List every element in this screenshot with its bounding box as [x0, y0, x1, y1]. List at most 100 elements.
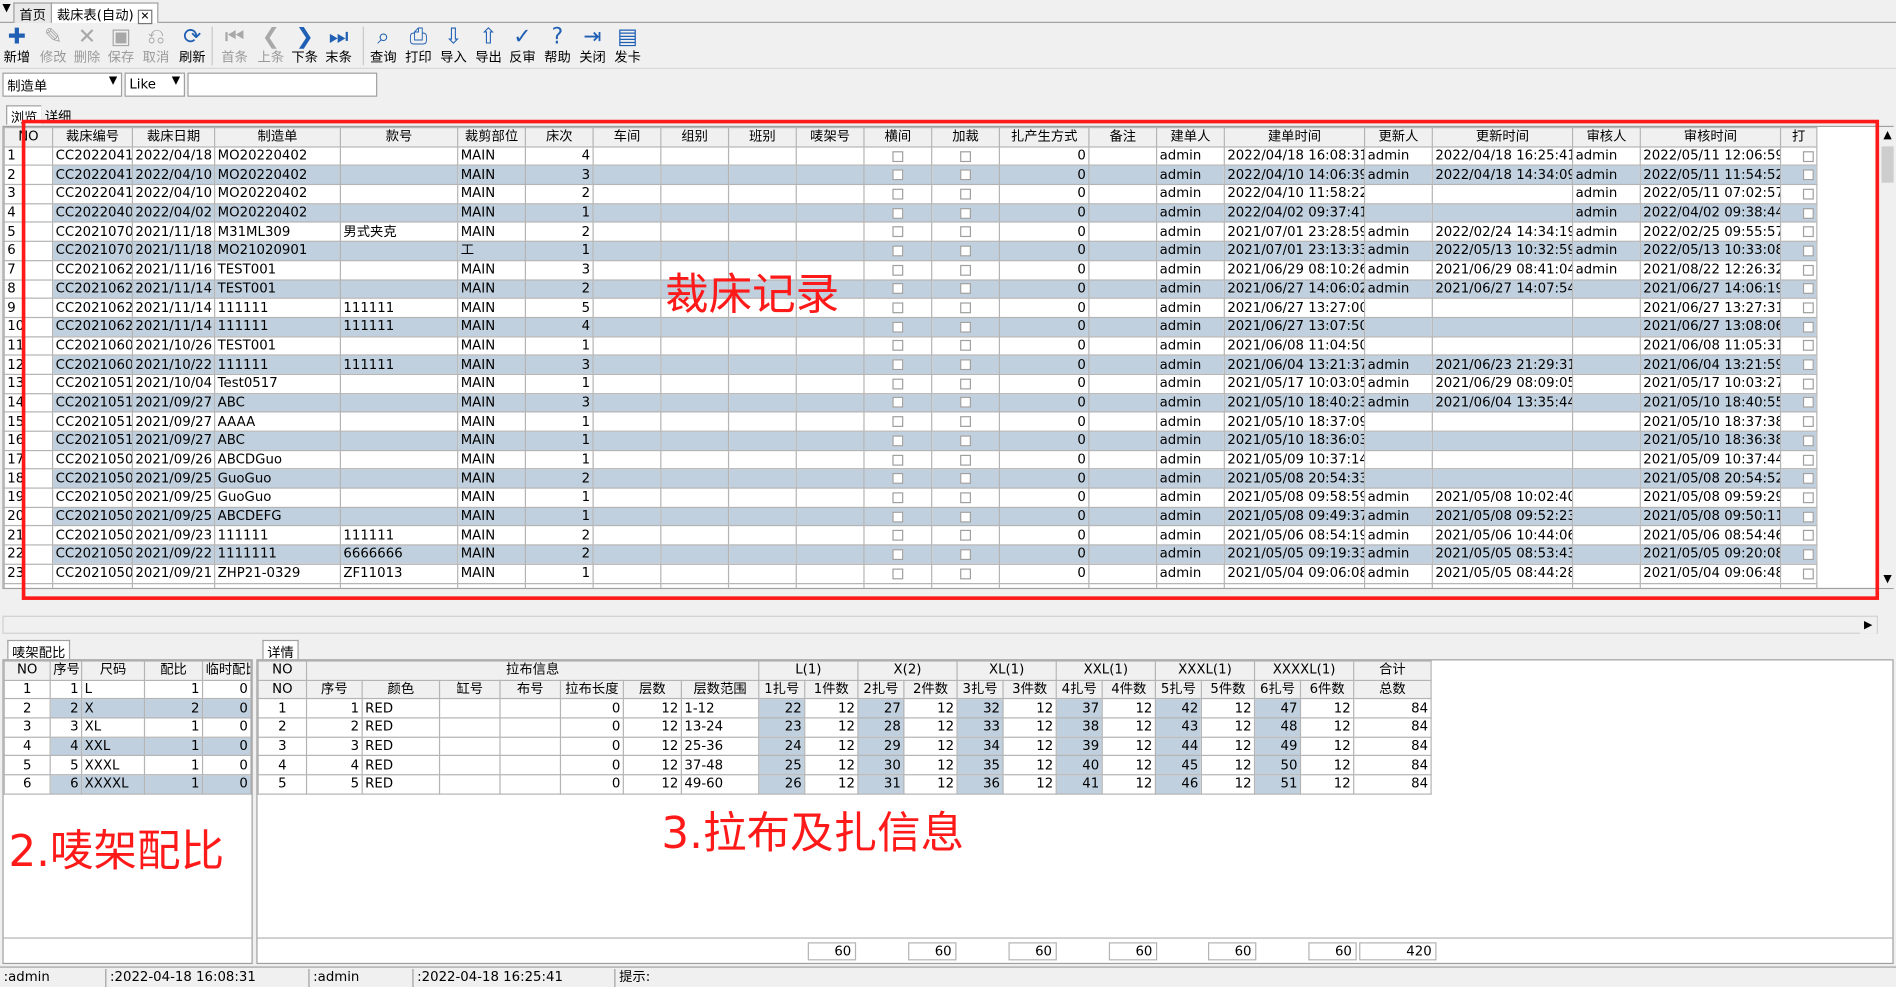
group-header: L(1) — [758, 660, 859, 681]
column-header[interactable]: 拉布长度 — [559, 679, 624, 700]
toolbar-save-button[interactable]: ▣ 保存 — [104, 24, 138, 68]
column-header[interactable]: 缸号 — [438, 679, 501, 700]
row-number: 3 — [3, 717, 51, 738]
column-header[interactable]: 5扎号 — [1154, 679, 1202, 700]
filter-field-select[interactable]: 制造单 ▼ — [2, 72, 123, 97]
toolbar-refresh-button[interactable]: ⟳ 刷新 — [175, 24, 209, 68]
toolbar-delete-button[interactable]: ✕ 删除 — [70, 24, 104, 68]
row-number: 4 — [3, 736, 51, 757]
column-header[interactable]: 层数 — [622, 679, 682, 700]
column-header[interactable]: 2扎号 — [857, 679, 905, 700]
column-header[interactable]: 颜色 — [361, 679, 441, 700]
export-icon: ⇧ — [479, 24, 498, 50]
table-row[interactable]: 5 5 RED 0 12 49-60 26 12 31 12 36 12 41 12 46 12 51 12 84 — [257, 774, 1432, 795]
table-row[interactable]: 4 4 XXL 1 0 — [3, 736, 252, 757]
table-row[interactable]: 11L10 — [3, 679, 252, 700]
table-cell: RED — [361, 698, 441, 719]
column-header[interactable]: 尺码 — [81, 660, 146, 681]
column-header[interactable]: 1件数 — [804, 679, 859, 700]
toolbar-cancel-button[interactable]: ⎌ 取消 — [139, 24, 173, 68]
table-row[interactable]: 6 6 XXXXL 1 0 — [3, 774, 252, 795]
toolbar-label: 新增 — [3, 49, 31, 66]
toolbar-next-button[interactable]: ❯ 下条 — [288, 24, 322, 68]
column-header[interactable]: 临时配比 — [201, 660, 252, 681]
toolbar-label: 取消 — [142, 49, 170, 66]
table-row[interactable]: 1 1 RED 0 12 1-12 22 12 27 12 32 12 37 12 42 12 47 12 84 — [257, 698, 1432, 719]
table-row[interactable]: 5 5 XXXL 1 0 — [3, 755, 252, 776]
save-icon: ▣ — [110, 24, 132, 50]
column-header[interactable]: 层数范围 — [680, 679, 760, 700]
scroll-down-icon[interactable]: ▼ — [1879, 570, 1896, 588]
spreading-detail-grid[interactable]: NO 拉布信息 L(1) X(2) XL(1) XXL(1) XXXL(1) XXXXL(1)… — [256, 659, 1894, 965]
toolbar-prev-button[interactable]: ❮ 上条 — [254, 24, 288, 68]
filter-operator-select[interactable]: Like ▼ — [124, 72, 186, 97]
table-cell: 0 — [559, 698, 624, 719]
column-header[interactable]: 布号 — [499, 679, 562, 700]
column-header[interactable]: 序号 — [49, 660, 83, 681]
table-cell: 12 — [1299, 755, 1355, 776]
table-cell: 33 — [956, 717, 1004, 738]
scroll-right-icon[interactable]: ▶ — [1859, 616, 1877, 634]
toolbar-separator — [362, 26, 364, 66]
marker-ratio-grid[interactable]: NO序号尺码配比临时配比11L1022X2033XL1044XXL1055XXX… — [2, 659, 253, 965]
toolbar-export-button[interactable]: ⇧ 导出 — [472, 24, 506, 68]
column-header[interactable]: 总数 — [1353, 679, 1432, 700]
tab-detail-info-label: 详情 — [267, 644, 294, 661]
table-row[interactable]: 2 2 RED 0 12 13-24 23 12 28 12 33 12 38 12 43 12 48 12 84 — [257, 717, 1432, 738]
filter-value-input[interactable] — [187, 72, 378, 97]
toolbar-last-button[interactable]: ⏭ 末条 — [322, 24, 356, 68]
column-header[interactable]: 6扎号 — [1253, 679, 1302, 700]
column-header[interactable]: 2件数 — [903, 679, 958, 700]
row-number: 1 — [257, 698, 308, 719]
column-header[interactable]: NO — [3, 660, 51, 681]
toolbar-unapprove-button[interactable]: ✓ 反审 — [505, 24, 539, 68]
main-vertical-scrollbar[interactable]: ▲ ▼ — [1877, 127, 1896, 588]
toolbar-close-button[interactable]: ⇥ 关闭 — [576, 24, 610, 68]
table-cell: 49-60 — [680, 774, 760, 795]
table-row[interactable]: 3 3 RED 0 12 25-36 24 12 29 12 34 12 39 12 44 12 49 12 84 — [257, 736, 1432, 757]
table-row[interactable]: 4 4 RED 0 12 37-48 25 12 30 12 35 12 40 12 45 12 50 12 84 — [257, 755, 1432, 776]
print-icon: ⎙ — [409, 24, 428, 50]
scroll-thumb[interactable] — [1881, 146, 1894, 183]
toolbar-card-button[interactable]: ▤ 发卡 — [611, 24, 645, 68]
table-cell: 0 — [201, 717, 252, 738]
main-horizontal-scrollbar[interactable]: ▶ — [2, 615, 1878, 634]
toolbar-help-button[interactable]: ? 帮助 — [541, 24, 575, 68]
toolbar-edit-button[interactable]: ✎ 修改 — [36, 24, 70, 68]
table-cell: 0 — [201, 736, 252, 757]
table-cell: RED — [361, 736, 441, 757]
table-header-row: NO 序号 颜色 缸号 布号 拉布长度 层数 层数范围 1扎号 1件数 2扎号 2件数 3扎号 3件数 4扎… — [257, 679, 1432, 700]
column-header[interactable]: NO — [257, 679, 308, 700]
row-number: 1 — [3, 679, 51, 700]
toolbar-search-button[interactable]: ⌕ 查询 — [366, 24, 400, 68]
edit-icon: ✎ — [44, 24, 63, 50]
toolbar-plus-button[interactable]: ✚ 新增 — [0, 24, 34, 68]
column-header[interactable]: 5件数 — [1200, 679, 1256, 700]
toolbar-import-button[interactable]: ⇩ 导入 — [437, 24, 471, 68]
tab-menu-arrow[interactable]: ▼ — [2, 2, 10, 14]
table-cell: 12 — [1002, 774, 1057, 795]
column-header[interactable]: 3件数 — [1002, 679, 1057, 700]
table-row[interactable]: 22X20 — [3, 698, 252, 719]
column-header[interactable]: 配比 — [143, 660, 204, 681]
column-header[interactable]: 4件数 — [1101, 679, 1156, 700]
row-number: 3 — [257, 736, 308, 757]
table-row[interactable]: 3 3 XL 1 0 — [3, 717, 252, 738]
table-cell: 46 — [1154, 774, 1202, 795]
toolbar-print-button[interactable]: ⎙ 打印 — [401, 24, 435, 68]
column-header[interactable]: 6件数 — [1299, 679, 1355, 700]
row-number: 5 — [257, 774, 308, 795]
main-grid-highlight-box — [21, 119, 1880, 600]
column-header[interactable]: 3扎号 — [956, 679, 1004, 700]
toolbar-first-button[interactable]: ⏮ 首条 — [218, 24, 252, 68]
scroll-up-icon[interactable]: ▲ — [1879, 127, 1896, 144]
tab-home[interactable]: 首页 — [13, 2, 52, 23]
table-cell: 36 — [956, 774, 1004, 795]
column-header[interactable]: 1扎号 — [758, 679, 806, 700]
tab-marker-ratio[interactable]: 唛架配比 — [7, 639, 71, 660]
table-cell: 2 — [305, 717, 363, 738]
column-header[interactable]: 4扎号 — [1055, 679, 1103, 700]
column-header[interactable]: 序号 — [305, 679, 363, 700]
tab-detail-info[interactable]: 详情 — [262, 639, 299, 661]
tab-cutting-table[interactable]: 裁床表(自动) ✕ — [50, 2, 158, 25]
